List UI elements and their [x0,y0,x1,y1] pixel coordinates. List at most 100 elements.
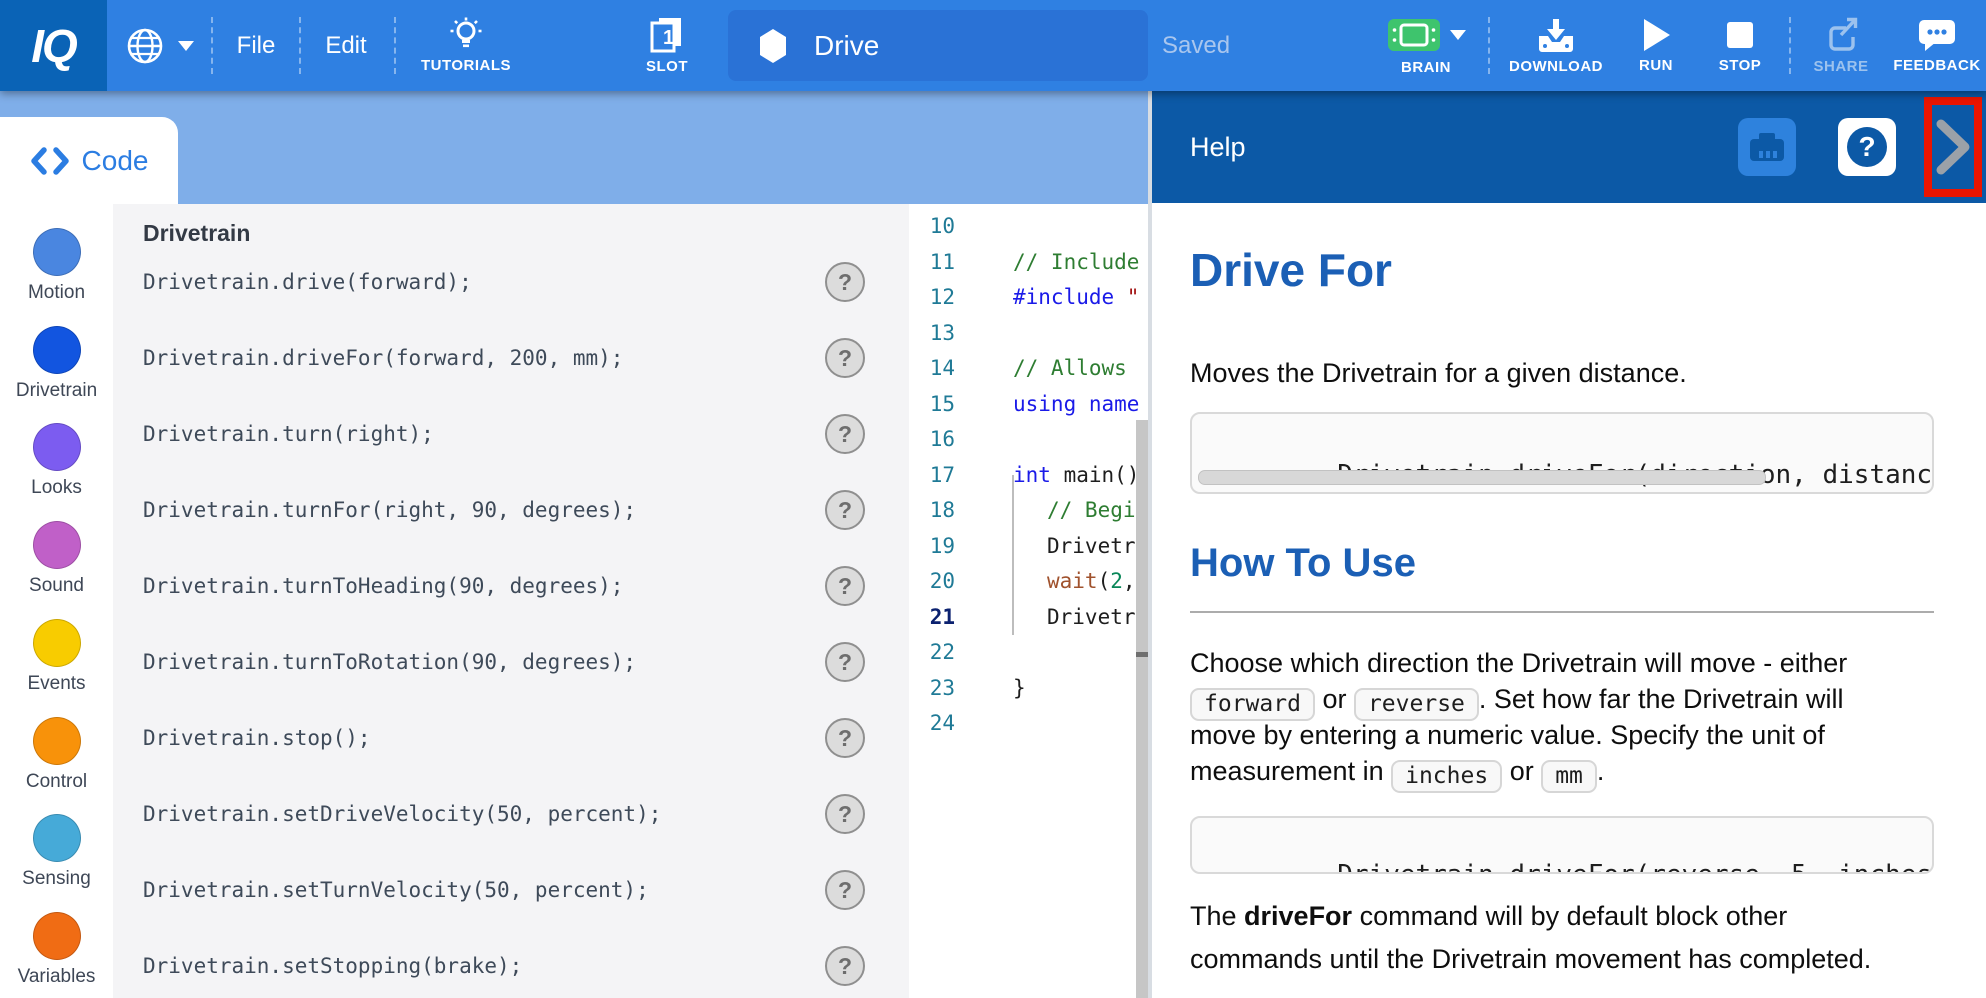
edit-menu[interactable]: Edit [306,0,386,91]
body-text: measurement in [1190,756,1391,786]
editor-line[interactable]: 21Drivetrain [909,599,1152,635]
code-editor[interactable]: 1011// Include12#include "1314// Allows1… [909,204,1152,998]
body-text: . [1597,756,1605,786]
command-text[interactable]: Drivetrain.setDriveVelocity(50, percent)… [143,802,661,826]
toolbar-divider [299,17,301,74]
line-number: 15 [909,386,955,422]
stop-label: STOP [1719,57,1762,74]
tutorials-button[interactable]: TUTORIALS [410,0,522,91]
editor-line[interactable]: 20wait(2,se [909,563,1152,599]
sidebar-item-sound[interactable]: Sound [0,521,113,597]
sidebar-item-sensing[interactable]: Sensing [0,814,113,890]
chevron-down-icon [178,41,194,51]
body-text: The [1190,901,1244,931]
editor-line[interactable]: 16 [909,421,1152,457]
help-button[interactable]: ? [1838,118,1896,176]
sidebar-item-control[interactable]: Control [0,717,113,793]
svg-text:?: ? [1858,131,1875,162]
editor-line[interactable]: 11// Include [909,244,1152,280]
editor-line[interactable]: 12#include " [909,279,1152,315]
command-help-button[interactable]: ? [825,262,865,302]
command-text[interactable]: Drivetrain.turnToHeading(90, degrees); [143,574,623,598]
body-text: command will by default block other [1352,901,1787,931]
category-dot-icon [33,228,81,276]
sidebar-item-drivetrain[interactable]: Drivetrain [0,326,113,402]
command-row: Drivetrain.setStopping(brake);? [113,928,909,998]
tab-code[interactable]: Code [0,117,178,204]
run-button[interactable]: RUN [1626,0,1686,91]
download-label: DOWNLOAD [1509,58,1603,75]
collapse-help-button[interactable] [1924,97,1982,197]
command-text[interactable]: Drivetrain.setTurnVelocity(50, percent); [143,878,649,902]
line-number: 14 [909,350,955,386]
editor-line[interactable]: 18// Begin [909,492,1152,528]
editor-line[interactable]: 22 [909,634,1152,670]
stop-button[interactable]: STOP [1708,0,1772,91]
command-text[interactable]: Drivetrain.driveFor(forward, 200, mm); [143,346,623,370]
command-help-button[interactable]: ? [825,566,865,606]
command-help-button[interactable]: ? [825,870,865,910]
command-row: Drivetrain.driveFor(forward, 200, mm);? [113,320,909,396]
brain-button[interactable]: BRAIN [1378,0,1474,91]
language-menu[interactable] [124,0,194,91]
body-text: move by entering a numeric value. Specif… [1190,720,1825,750]
file-menu[interactable]: File [216,0,296,91]
editor-line[interactable]: 17int main() [909,457,1152,493]
command-text[interactable]: Drivetrain.turnToRotation(90, degrees); [143,650,636,674]
editor-line[interactable]: 23} [909,670,1152,706]
command-text[interactable]: Drivetrain.setStopping(brake); [143,954,522,978]
project-hexagon-icon [758,29,788,63]
command-help-button[interactable]: ? [825,490,865,530]
body-text: or [1502,756,1541,786]
project-name: Drive [814,30,879,62]
run-label: RUN [1639,57,1673,74]
editor-line[interactable]: 14// Allows [909,350,1152,386]
command-text[interactable]: Drivetrain.drive(forward); [143,270,472,294]
app-logo[interactable]: IQ [0,0,107,91]
category-dot-icon [33,814,81,862]
code-tab-label: Code [82,145,149,177]
command-text[interactable]: Drivetrain.turnFor(right, 90, degrees); [143,498,636,522]
toolbar-divider [1488,17,1490,74]
sidebar-item-variables[interactable]: Variables [0,912,113,988]
feedback-icon [1917,17,1957,53]
editor-line[interactable]: 19Drivetrain [909,528,1152,564]
chevron-right-icon [1935,117,1971,177]
body-text: commands until the Drivetrain movement h… [1190,944,1871,974]
sidebar-item-motion[interactable]: Motion [0,228,113,304]
vexcode-iq-window: IQ File Edit [0,0,1986,998]
sidebar-item-looks[interactable]: Looks [0,423,113,499]
editor-line[interactable]: 24 [909,705,1152,741]
brain-icon [1386,15,1442,55]
command-category-sidebar: Motion Drivetrain Looks Sound Events Control S… [0,204,113,998]
sidebar-item-events[interactable]: Events [0,619,113,695]
command-text[interactable]: Drivetrain.stop(); [143,726,371,750]
section-divider [1190,611,1934,613]
chevron-down-icon [1450,30,1466,40]
slot-button[interactable]: 1 SLOT [624,0,710,91]
bold-text: driveFor [1244,901,1352,931]
download-button[interactable]: DOWNLOAD [1506,0,1606,91]
command-text[interactable]: Drivetrain.turn(right); [143,422,434,446]
share-label: SHARE [1813,58,1868,75]
command-row: Drivetrain.turnToRotation(90, degrees);? [113,624,909,700]
feedback-button[interactable]: FEEDBACK [1888,0,1986,91]
code-text: int main() [1013,457,1139,493]
category-label: Sensing [22,868,91,890]
command-help-button[interactable]: ? [825,414,865,454]
device-info-button[interactable] [1738,118,1796,176]
editor-line[interactable]: 15using name [909,386,1152,422]
command-help-button[interactable]: ? [825,642,865,682]
line-number: 23 [909,670,955,706]
command-help-button[interactable]: ? [825,794,865,834]
project-name-button[interactable]: Drive [728,10,1148,81]
top-toolbar: IQ File Edit [0,0,1986,91]
share-button[interactable]: SHARE [1806,0,1876,91]
command-help-button[interactable]: ? [825,946,865,986]
horizontal-scrollbar-thumb[interactable] [1198,470,1766,485]
command-help-button[interactable]: ? [825,718,865,758]
editor-line[interactable]: 10 [909,208,1152,244]
line-number: 21 [909,599,955,635]
editor-line[interactable]: 13 [909,315,1152,351]
command-help-button[interactable]: ? [825,338,865,378]
